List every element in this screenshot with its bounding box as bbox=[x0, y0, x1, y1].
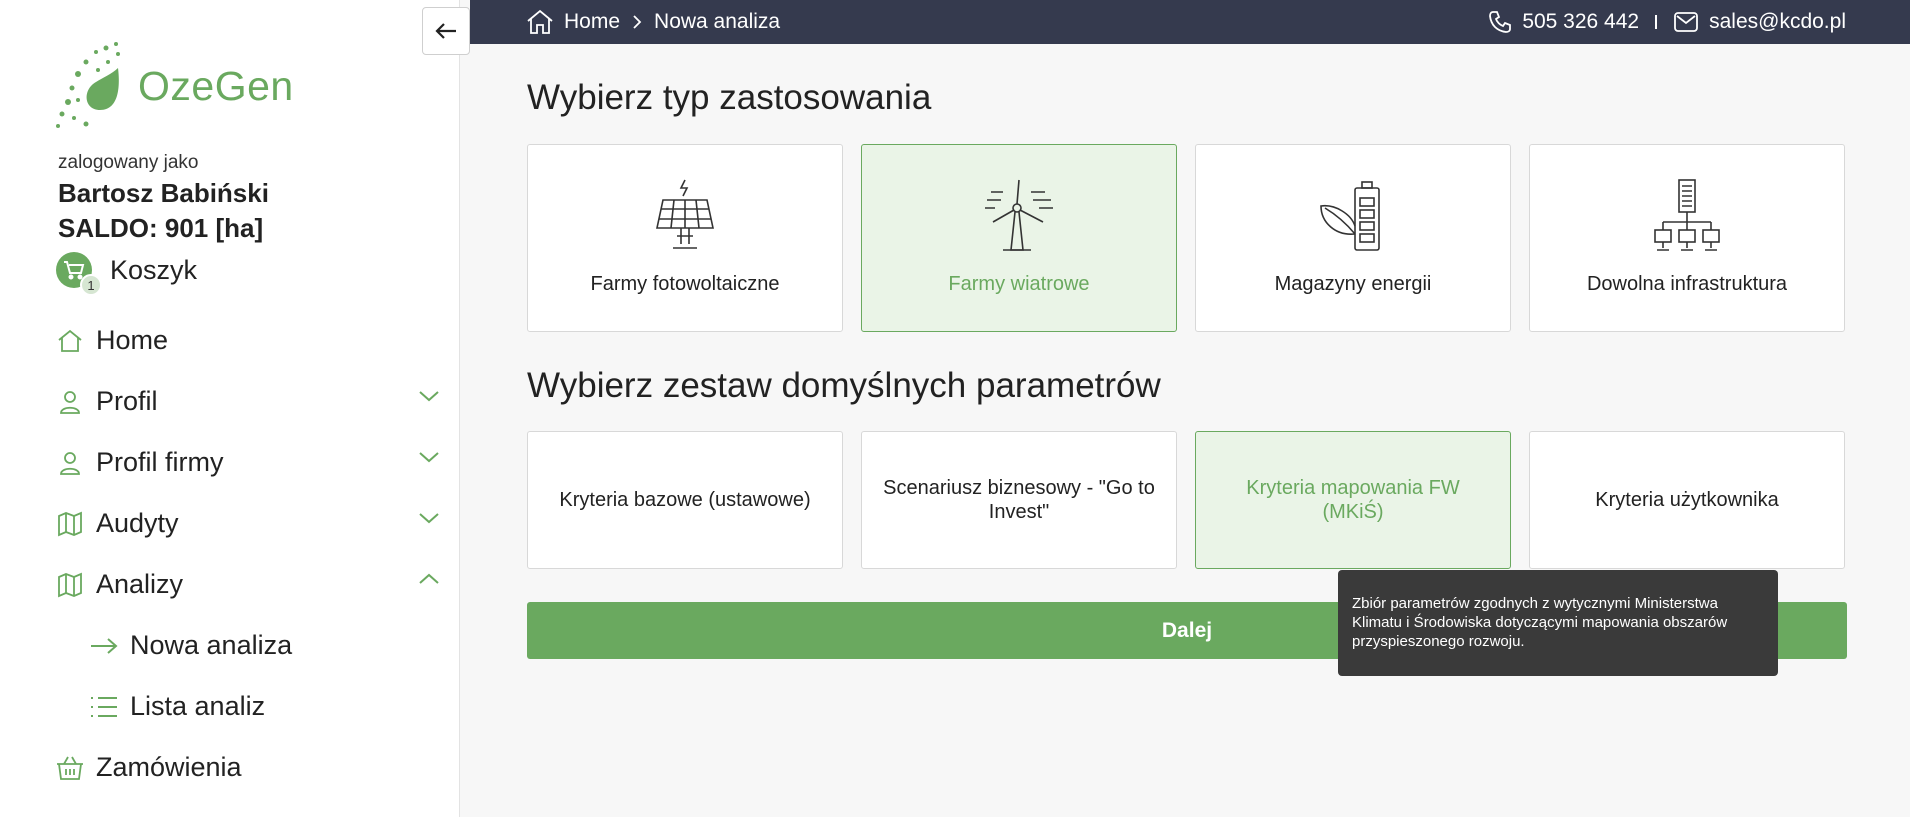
home-icon[interactable] bbox=[526, 8, 554, 36]
sidebar-item-profil[interactable]: Profil bbox=[56, 371, 440, 432]
sidebar-item-audyty[interactable]: Audyty bbox=[56, 493, 440, 554]
parameter-set-cards: Kryteria bazowe (ustawowe) Scenariusz bi… bbox=[527, 431, 1845, 569]
application-type-title: Wybierz typ zastosowania bbox=[527, 78, 932, 117]
breadcrumb-home[interactable]: Home bbox=[564, 10, 620, 34]
user-icon bbox=[56, 449, 84, 477]
chevron-down-icon bbox=[419, 452, 439, 463]
sidebar-item-lista-analiz[interactable]: Lista analiz bbox=[56, 676, 440, 737]
chevron-down-icon bbox=[419, 391, 439, 402]
email-address[interactable]: sales@kcdo.pl bbox=[1709, 10, 1846, 34]
cart-label: Koszyk bbox=[110, 254, 198, 285]
chevron-up-icon bbox=[419, 573, 439, 584]
type-card-label: Farmy wiatrowe bbox=[948, 273, 1090, 295]
param-card-label: Kryteria mapowania FW (MKiŚ) bbox=[1246, 477, 1460, 523]
breadcrumb: Home Nowa analiza bbox=[526, 0, 780, 44]
user-icon bbox=[56, 388, 84, 416]
type-card-label: Dowolna infrastruktura bbox=[1586, 273, 1788, 295]
sidebar-item-profil-firmy[interactable]: Profil firmy bbox=[56, 432, 440, 493]
battery-leaf-icon bbox=[1320, 181, 1380, 251]
param-card-label: Kryteria bazowe (ustawowe) bbox=[559, 489, 811, 511]
sidebar: OzeGen zalogowany jako Bartosz Babiński … bbox=[0, 0, 460, 817]
sidebar-item-label: Zamówienia bbox=[96, 752, 242, 782]
parameters-title: Wybierz zestaw domyślnych parametrów bbox=[527, 366, 1161, 405]
phone-number[interactable]: 505 326 442 bbox=[1522, 10, 1639, 34]
parameter-tooltip: Zbiór parametrów zgodnych z wytycznymi M… bbox=[1338, 570, 1778, 676]
sidebar-item-label: Lista analiz bbox=[130, 691, 266, 721]
type-card-infrastructure[interactable]: Dowolna infrastruktura bbox=[1529, 144, 1845, 332]
sidebar-item-label: Profil firmy bbox=[96, 447, 224, 477]
sidebar-nav: Home Profil Profil firmy Audyty Analizy … bbox=[56, 310, 440, 798]
sidebar-item-zamowienia[interactable]: Zamówienia bbox=[56, 737, 440, 798]
sidebar-item-label: Audyty bbox=[96, 508, 179, 538]
contact-info: 505 326 442 sales@kcdo.pl bbox=[1488, 0, 1846, 44]
cart-icon: 1 bbox=[56, 252, 102, 296]
list-icon bbox=[90, 693, 118, 721]
infrastructure-icon bbox=[1654, 179, 1720, 251]
arrow-left-icon bbox=[435, 23, 456, 39]
cart-count-badge: 1 bbox=[80, 274, 102, 296]
chevron-down-icon bbox=[419, 513, 439, 524]
topbar: Home Nowa analiza 505 326 442 sales@kcdo… bbox=[470, 0, 1910, 44]
user-name: Bartosz Babiński bbox=[58, 178, 269, 208]
wind-turbine-icon bbox=[985, 179, 1053, 251]
map-icon bbox=[56, 510, 84, 538]
application-type-cards: Farmy fotowoltaiczne Farmy wiatrowe Maga… bbox=[527, 144, 1845, 332]
type-card-label: Farmy fotowoltaiczne bbox=[590, 273, 780, 295]
cart-link[interactable]: 1 Koszyk bbox=[56, 252, 198, 296]
param-card-label: Scenariusz biznesowy - "Go to Invest" bbox=[883, 477, 1155, 523]
type-card-label: Magazyny energii bbox=[1274, 273, 1432, 295]
home-icon bbox=[56, 327, 84, 355]
sidebar-item-label: Home bbox=[96, 325, 169, 355]
type-card-solar[interactable]: Farmy fotowoltaiczne bbox=[527, 144, 843, 332]
map-icon bbox=[56, 571, 84, 599]
logo-text: OzeGen bbox=[138, 62, 294, 109]
ozegen-logo[interactable]: OzeGen bbox=[56, 40, 296, 132]
sidebar-item-analizy[interactable]: Analizy bbox=[56, 554, 440, 615]
contact-divider bbox=[1655, 15, 1658, 29]
param-card-go-to-invest[interactable]: Scenariusz biznesowy - "Go to Invest" bbox=[861, 431, 1177, 569]
sidebar-item-label: Analizy bbox=[96, 569, 184, 599]
param-card-label: Kryteria użytkownika bbox=[1595, 489, 1779, 511]
sidebar-item-label: Profil bbox=[96, 386, 158, 416]
solar-panel-icon bbox=[656, 179, 714, 249]
sidebar-item-nowa-analiza[interactable]: Nowa analiza bbox=[56, 615, 440, 676]
phone-icon bbox=[1489, 11, 1512, 33]
user-info: zalogowany jako Bartosz Babiński SALDO: … bbox=[58, 152, 269, 244]
param-card-mkis[interactable]: Kryteria mapowania FW (MKiŚ) bbox=[1195, 431, 1511, 569]
chevron-right-icon bbox=[633, 15, 642, 29]
logo-mark-icon bbox=[56, 42, 120, 128]
param-card-user[interactable]: Kryteria użytkownika bbox=[1529, 431, 1845, 569]
mail-icon bbox=[1674, 12, 1699, 32]
sidebar-collapse-button[interactable] bbox=[422, 7, 470, 55]
sidebar-item-label: Nowa analiza bbox=[130, 630, 293, 660]
param-card-base[interactable]: Kryteria bazowe (ustawowe) bbox=[527, 431, 843, 569]
user-caption: zalogowany jako bbox=[58, 152, 199, 173]
sidebar-item-home[interactable]: Home bbox=[56, 310, 440, 371]
type-card-storage[interactable]: Magazyny energii bbox=[1195, 144, 1511, 332]
arrow-right-icon bbox=[90, 632, 118, 660]
type-card-wind[interactable]: Farmy wiatrowe bbox=[861, 144, 1177, 332]
breadcrumb-current: Nowa analiza bbox=[654, 10, 781, 33]
basket-icon bbox=[56, 754, 84, 782]
user-saldo: SALDO: 901 [ha] bbox=[58, 213, 264, 243]
